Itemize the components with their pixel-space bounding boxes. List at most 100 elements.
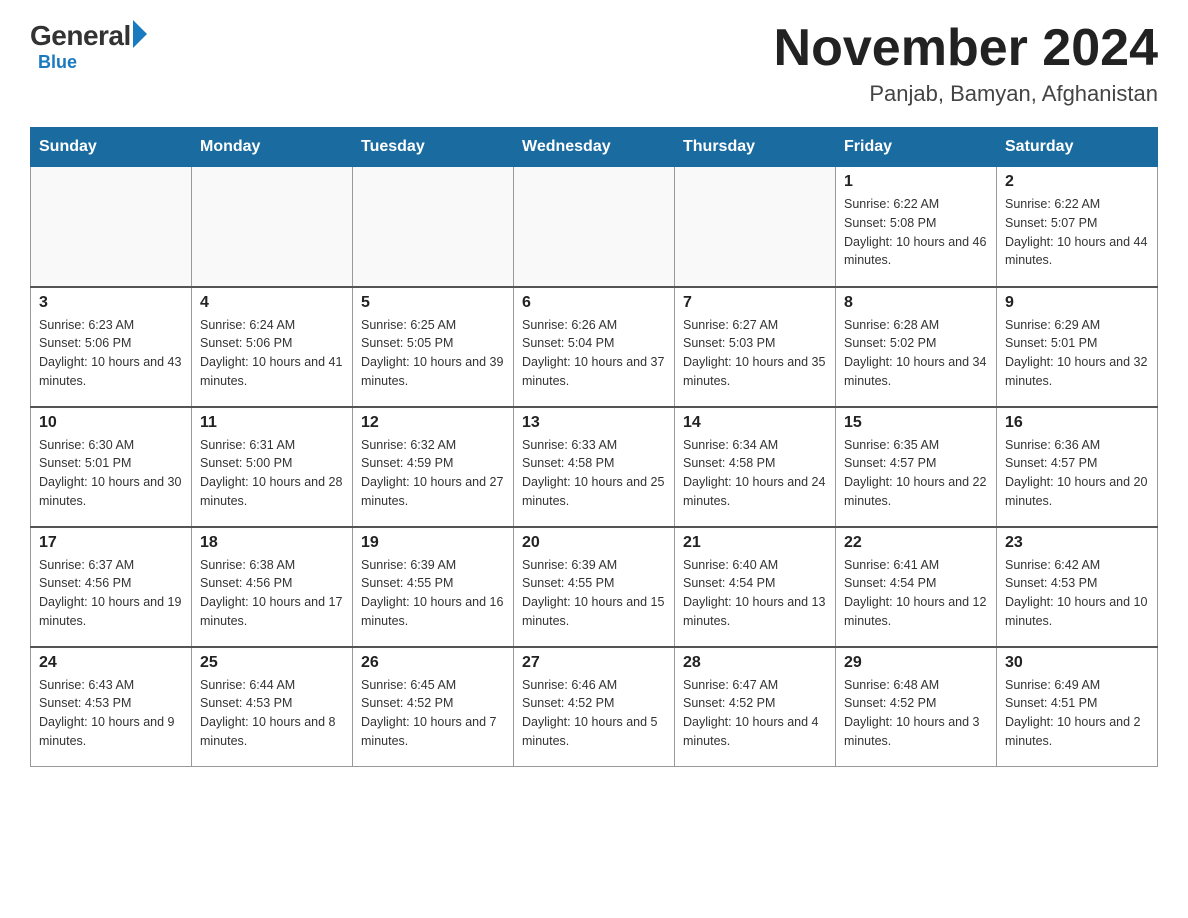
calendar-cell: 4 Sunrise: 6:24 AMSunset: 5:06 PMDaylight… bbox=[192, 287, 353, 407]
day-number: 28 bbox=[683, 654, 827, 672]
day-number: 6 bbox=[522, 294, 666, 312]
day-number: 2 bbox=[1005, 173, 1149, 191]
day-info: Sunrise: 6:28 AMSunset: 5:02 PMDaylight:… bbox=[844, 316, 988, 391]
calendar-week-row: 24 Sunrise: 6:43 AMSunset: 4:53 PMDayligh… bbox=[31, 647, 1158, 767]
day-info: Sunrise: 6:41 AMSunset: 4:54 PMDaylight:… bbox=[844, 556, 988, 631]
calendar-cell: 12Sunrise: 6:32 AMSunset: 4:59 PMDayligh… bbox=[353, 407, 514, 527]
day-info: Sunrise: 6:47 AMSunset: 4:52 PMDaylight:… bbox=[683, 676, 827, 751]
page-header: General Blue November 2024 Panjab, Bamya… bbox=[30, 20, 1158, 107]
day-info: Sunrise: 6:31 AMSunset: 5:00 PMDaylight:… bbox=[200, 436, 344, 511]
calendar-cell: 14 Sunrise: 6:34 AMSunset: 4:58 PMDayligh… bbox=[675, 407, 836, 527]
month-title: November 2024 bbox=[774, 20, 1158, 77]
calendar-cell: 7 Sunrise: 6:27 AMSunset: 5:03 PMDaylight… bbox=[675, 287, 836, 407]
day-number: 19 bbox=[361, 534, 505, 552]
day-of-week-header: Monday bbox=[192, 128, 353, 167]
calendar-cell: 16Sunrise: 6:36 AMSunset: 4:57 PMDayligh… bbox=[997, 407, 1158, 527]
day-number: 26 bbox=[361, 654, 505, 672]
day-info: Sunrise: 6:22 AMSunset: 5:08 PMDaylight:… bbox=[844, 195, 988, 270]
calendar-week-row: 1Sunrise: 6:22 AMSunset: 5:08 PMDaylight… bbox=[31, 167, 1158, 287]
day-info: Sunrise: 6:30 AMSunset: 5:01 PMDaylight:… bbox=[39, 436, 183, 511]
calendar-cell: 20 Sunrise: 6:39 AMSunset: 4:55 PMDayligh… bbox=[514, 527, 675, 647]
calendar-cell: 28 Sunrise: 6:47 AMSunset: 4:52 PMDayligh… bbox=[675, 647, 836, 767]
day-number: 12 bbox=[361, 414, 505, 432]
day-info: Sunrise: 6:26 AMSunset: 5:04 PMDaylight:… bbox=[522, 316, 666, 391]
day-number: 20 bbox=[522, 534, 666, 552]
calendar-cell bbox=[675, 167, 836, 287]
calendar-cell: 22 Sunrise: 6:41 AMSunset: 4:54 PMDayligh… bbox=[836, 527, 997, 647]
calendar-cell: 26 Sunrise: 6:45 AMSunset: 4:52 PMDayligh… bbox=[353, 647, 514, 767]
day-info: Sunrise: 6:35 AMSunset: 4:57 PMDaylight:… bbox=[844, 436, 988, 511]
logo-triangle-icon bbox=[133, 20, 147, 48]
day-info: Sunrise: 6:38 AMSunset: 4:56 PMDaylight:… bbox=[200, 556, 344, 631]
day-number: 9 bbox=[1005, 294, 1149, 312]
day-info: Sunrise: 6:42 AMSunset: 4:53 PMDaylight:… bbox=[1005, 556, 1149, 631]
day-info: Sunrise: 6:37 AMSunset: 4:56 PMDaylight:… bbox=[39, 556, 183, 631]
calendar-cell: 29Sunrise: 6:48 AMSunset: 4:52 PMDayligh… bbox=[836, 647, 997, 767]
day-info: Sunrise: 6:24 AMSunset: 5:06 PMDaylight:… bbox=[200, 316, 344, 391]
calendar-cell: 5 Sunrise: 6:25 AMSunset: 5:05 PMDaylight… bbox=[353, 287, 514, 407]
day-of-week-header: Thursday bbox=[675, 128, 836, 167]
logo-blue-text: Blue bbox=[38, 52, 77, 73]
calendar-cell: 1Sunrise: 6:22 AMSunset: 5:08 PMDaylight… bbox=[836, 167, 997, 287]
day-info: Sunrise: 6:33 AMSunset: 4:58 PMDaylight:… bbox=[522, 436, 666, 511]
day-number: 14 bbox=[683, 414, 827, 432]
day-info: Sunrise: 6:45 AMSunset: 4:52 PMDaylight:… bbox=[361, 676, 505, 751]
day-info: Sunrise: 6:25 AMSunset: 5:05 PMDaylight:… bbox=[361, 316, 505, 391]
day-info: Sunrise: 6:44 AMSunset: 4:53 PMDaylight:… bbox=[200, 676, 344, 751]
day-number: 7 bbox=[683, 294, 827, 312]
title-section: November 2024 Panjab, Bamyan, Afghanista… bbox=[774, 20, 1158, 107]
calendar-week-row: 10 Sunrise: 6:30 AMSunset: 5:01 PMDayligh… bbox=[31, 407, 1158, 527]
calendar-cell: 8 Sunrise: 6:28 AMSunset: 5:02 PMDaylight… bbox=[836, 287, 997, 407]
day-number: 13 bbox=[522, 414, 666, 432]
day-number: 17 bbox=[39, 534, 183, 552]
day-number: 10 bbox=[39, 414, 183, 432]
calendar-cell: 24 Sunrise: 6:43 AMSunset: 4:53 PMDayligh… bbox=[31, 647, 192, 767]
calendar-table: SundayMondayTuesdayWednesdayThursdayFrid… bbox=[30, 127, 1158, 767]
day-number: 30 bbox=[1005, 654, 1149, 672]
calendar-cell: 13 Sunrise: 6:33 AMSunset: 4:58 PMDayligh… bbox=[514, 407, 675, 527]
day-number: 25 bbox=[200, 654, 344, 672]
day-of-week-header: Wednesday bbox=[514, 128, 675, 167]
calendar-cell: 21 Sunrise: 6:40 AMSunset: 4:54 PMDayligh… bbox=[675, 527, 836, 647]
day-info: Sunrise: 6:43 AMSunset: 4:53 PMDaylight:… bbox=[39, 676, 183, 751]
calendar-cell: 18 Sunrise: 6:38 AMSunset: 4:56 PMDayligh… bbox=[192, 527, 353, 647]
calendar-cell bbox=[514, 167, 675, 287]
calendar-cell: 6 Sunrise: 6:26 AMSunset: 5:04 PMDaylight… bbox=[514, 287, 675, 407]
day-number: 24 bbox=[39, 654, 183, 672]
calendar-cell bbox=[31, 167, 192, 287]
day-number: 23 bbox=[1005, 534, 1149, 552]
day-info: Sunrise: 6:34 AMSunset: 4:58 PMDaylight:… bbox=[683, 436, 827, 511]
calendar-cell: 15Sunrise: 6:35 AMSunset: 4:57 PMDayligh… bbox=[836, 407, 997, 527]
day-number: 21 bbox=[683, 534, 827, 552]
day-number: 3 bbox=[39, 294, 183, 312]
calendar-cell: 2 Sunrise: 6:22 AMSunset: 5:07 PMDaylight… bbox=[997, 167, 1158, 287]
calendar-cell: 10 Sunrise: 6:30 AMSunset: 5:01 PMDayligh… bbox=[31, 407, 192, 527]
calendar-header-row: SundayMondayTuesdayWednesdayThursdayFrid… bbox=[31, 128, 1158, 167]
day-info: Sunrise: 6:49 AMSunset: 4:51 PMDaylight:… bbox=[1005, 676, 1149, 751]
day-info: Sunrise: 6:39 AMSunset: 4:55 PMDaylight:… bbox=[522, 556, 666, 631]
calendar-cell: 25 Sunrise: 6:44 AMSunset: 4:53 PMDayligh… bbox=[192, 647, 353, 767]
calendar-cell: 9 Sunrise: 6:29 AMSunset: 5:01 PMDaylight… bbox=[997, 287, 1158, 407]
day-info: Sunrise: 6:22 AMSunset: 5:07 PMDaylight:… bbox=[1005, 195, 1149, 270]
calendar-cell: 11Sunrise: 6:31 AMSunset: 5:00 PMDayligh… bbox=[192, 407, 353, 527]
calendar-week-row: 17 Sunrise: 6:37 AMSunset: 4:56 PMDayligh… bbox=[31, 527, 1158, 647]
day-number: 4 bbox=[200, 294, 344, 312]
day-of-week-header: Friday bbox=[836, 128, 997, 167]
day-number: 27 bbox=[522, 654, 666, 672]
day-number: 22 bbox=[844, 534, 988, 552]
day-info: Sunrise: 6:23 AMSunset: 5:06 PMDaylight:… bbox=[39, 316, 183, 391]
day-info: Sunrise: 6:27 AMSunset: 5:03 PMDaylight:… bbox=[683, 316, 827, 391]
location-text: Panjab, Bamyan, Afghanistan bbox=[774, 81, 1158, 107]
day-of-week-header: Saturday bbox=[997, 128, 1158, 167]
calendar-cell bbox=[353, 167, 514, 287]
day-number: 18 bbox=[200, 534, 344, 552]
day-info: Sunrise: 6:29 AMSunset: 5:01 PMDaylight:… bbox=[1005, 316, 1149, 391]
day-number: 8 bbox=[844, 294, 988, 312]
day-info: Sunrise: 6:40 AMSunset: 4:54 PMDaylight:… bbox=[683, 556, 827, 631]
logo: General Blue bbox=[30, 20, 147, 73]
calendar-cell: 23 Sunrise: 6:42 AMSunset: 4:53 PMDayligh… bbox=[997, 527, 1158, 647]
day-info: Sunrise: 6:46 AMSunset: 4:52 PMDaylight:… bbox=[522, 676, 666, 751]
calendar-cell: 30 Sunrise: 6:49 AMSunset: 4:51 PMDayligh… bbox=[997, 647, 1158, 767]
day-number: 5 bbox=[361, 294, 505, 312]
calendar-cell: 3 Sunrise: 6:23 AMSunset: 5:06 PMDaylight… bbox=[31, 287, 192, 407]
